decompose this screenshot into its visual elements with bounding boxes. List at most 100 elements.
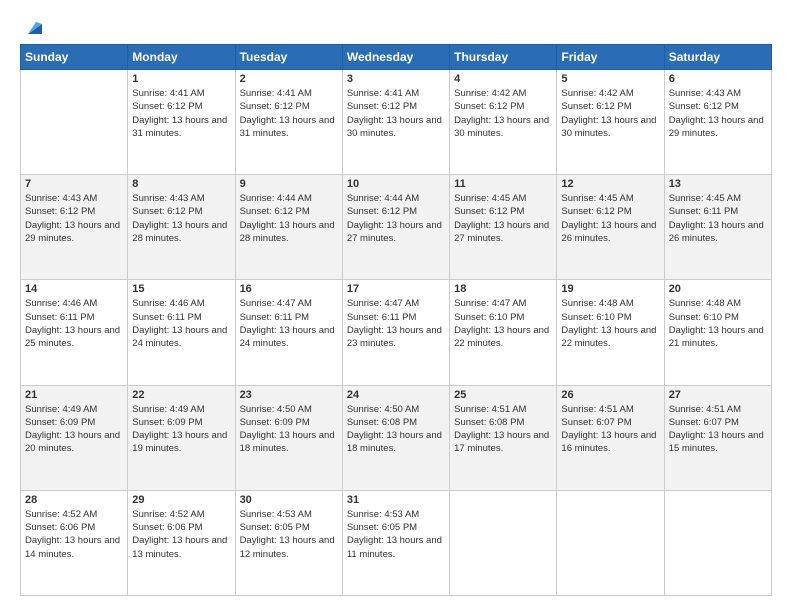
- calendar-cell: 17 Sunrise: 4:47 AM Sunset: 6:11 PM Dayl…: [342, 280, 449, 385]
- day-info: Sunrise: 4:44 AM Sunset: 6:12 PM Dayligh…: [347, 192, 445, 245]
- calendar-cell: 12 Sunrise: 4:45 AM Sunset: 6:12 PM Dayl…: [557, 175, 664, 280]
- calendar-cell: 27 Sunrise: 4:51 AM Sunset: 6:07 PM Dayl…: [664, 385, 771, 490]
- calendar-cell: 30 Sunrise: 4:53 AM Sunset: 6:05 PM Dayl…: [235, 490, 342, 595]
- sunrise-text: Sunrise: 4:44 AM: [347, 192, 445, 205]
- daylight-text: Daylight: 13 hours and 18 minutes.: [347, 429, 445, 456]
- sunset-text: Sunset: 6:12 PM: [132, 100, 230, 113]
- calendar-row-4: 28 Sunrise: 4:52 AM Sunset: 6:06 PM Dayl…: [21, 490, 772, 595]
- calendar-cell: 15 Sunrise: 4:46 AM Sunset: 6:11 PM Dayl…: [128, 280, 235, 385]
- day-number: 6: [669, 73, 767, 85]
- day-info: Sunrise: 4:49 AM Sunset: 6:09 PM Dayligh…: [132, 403, 230, 456]
- calendar-cell: 24 Sunrise: 4:50 AM Sunset: 6:08 PM Dayl…: [342, 385, 449, 490]
- day-number: 11: [454, 178, 552, 190]
- sunset-text: Sunset: 6:10 PM: [454, 311, 552, 324]
- sunset-text: Sunset: 6:09 PM: [132, 416, 230, 429]
- day-number: 1: [132, 73, 230, 85]
- sunrise-text: Sunrise: 4:43 AM: [669, 87, 767, 100]
- sunset-text: Sunset: 6:10 PM: [561, 311, 659, 324]
- day-info: Sunrise: 4:50 AM Sunset: 6:09 PM Dayligh…: [240, 403, 338, 456]
- day-number: 23: [240, 389, 338, 401]
- sunrise-text: Sunrise: 4:48 AM: [669, 297, 767, 310]
- day-info: Sunrise: 4:51 AM Sunset: 6:08 PM Dayligh…: [454, 403, 552, 456]
- calendar-cell: 6 Sunrise: 4:43 AM Sunset: 6:12 PM Dayli…: [664, 70, 771, 175]
- daylight-text: Daylight: 13 hours and 13 minutes.: [132, 534, 230, 561]
- sunrise-text: Sunrise: 4:51 AM: [454, 403, 552, 416]
- sunset-text: Sunset: 6:12 PM: [347, 205, 445, 218]
- daylight-text: Daylight: 13 hours and 19 minutes.: [132, 429, 230, 456]
- header: [20, 16, 772, 34]
- sunset-text: Sunset: 6:06 PM: [25, 521, 123, 534]
- logo-icon: [22, 16, 44, 38]
- day-info: Sunrise: 4:41 AM Sunset: 6:12 PM Dayligh…: [132, 87, 230, 140]
- sunset-text: Sunset: 6:12 PM: [561, 205, 659, 218]
- calendar-cell: 19 Sunrise: 4:48 AM Sunset: 6:10 PM Dayl…: [557, 280, 664, 385]
- sunrise-text: Sunrise: 4:43 AM: [25, 192, 123, 205]
- sunrise-text: Sunrise: 4:41 AM: [132, 87, 230, 100]
- sunrise-text: Sunrise: 4:42 AM: [561, 87, 659, 100]
- sunset-text: Sunset: 6:08 PM: [347, 416, 445, 429]
- daylight-text: Daylight: 13 hours and 16 minutes.: [561, 429, 659, 456]
- daylight-text: Daylight: 13 hours and 30 minutes.: [454, 114, 552, 141]
- col-header-saturday: Saturday: [664, 45, 771, 70]
- daylight-text: Daylight: 13 hours and 24 minutes.: [240, 324, 338, 351]
- calendar-cell: [21, 70, 128, 175]
- daylight-text: Daylight: 13 hours and 27 minutes.: [454, 219, 552, 246]
- day-number: 16: [240, 283, 338, 295]
- day-number: 28: [25, 494, 123, 506]
- calendar-cell: 11 Sunrise: 4:45 AM Sunset: 6:12 PM Dayl…: [450, 175, 557, 280]
- sunset-text: Sunset: 6:05 PM: [347, 521, 445, 534]
- calendar-row-3: 21 Sunrise: 4:49 AM Sunset: 6:09 PM Dayl…: [21, 385, 772, 490]
- calendar-cell: 23 Sunrise: 4:50 AM Sunset: 6:09 PM Dayl…: [235, 385, 342, 490]
- sunset-text: Sunset: 6:12 PM: [454, 100, 552, 113]
- sunrise-text: Sunrise: 4:41 AM: [240, 87, 338, 100]
- day-number: 20: [669, 283, 767, 295]
- calendar-cell: 14 Sunrise: 4:46 AM Sunset: 6:11 PM Dayl…: [21, 280, 128, 385]
- daylight-text: Daylight: 13 hours and 30 minutes.: [347, 114, 445, 141]
- day-info: Sunrise: 4:47 AM Sunset: 6:11 PM Dayligh…: [240, 297, 338, 350]
- day-info: Sunrise: 4:47 AM Sunset: 6:11 PM Dayligh…: [347, 297, 445, 350]
- daylight-text: Daylight: 13 hours and 21 minutes.: [669, 324, 767, 351]
- sunset-text: Sunset: 6:11 PM: [25, 311, 123, 324]
- calendar-cell: [450, 490, 557, 595]
- calendar-row-1: 7 Sunrise: 4:43 AM Sunset: 6:12 PM Dayli…: [21, 175, 772, 280]
- calendar-cell: 25 Sunrise: 4:51 AM Sunset: 6:08 PM Dayl…: [450, 385, 557, 490]
- day-info: Sunrise: 4:42 AM Sunset: 6:12 PM Dayligh…: [454, 87, 552, 140]
- sunrise-text: Sunrise: 4:44 AM: [240, 192, 338, 205]
- day-number: 15: [132, 283, 230, 295]
- day-number: 25: [454, 389, 552, 401]
- day-info: Sunrise: 4:53 AM Sunset: 6:05 PM Dayligh…: [347, 508, 445, 561]
- sunrise-text: Sunrise: 4:52 AM: [25, 508, 123, 521]
- calendar-cell: 29 Sunrise: 4:52 AM Sunset: 6:06 PM Dayl…: [128, 490, 235, 595]
- sunset-text: Sunset: 6:05 PM: [240, 521, 338, 534]
- day-info: Sunrise: 4:49 AM Sunset: 6:09 PM Dayligh…: [25, 403, 123, 456]
- logo: [20, 16, 44, 34]
- sunset-text: Sunset: 6:12 PM: [454, 205, 552, 218]
- sunrise-text: Sunrise: 4:50 AM: [240, 403, 338, 416]
- day-info: Sunrise: 4:43 AM Sunset: 6:12 PM Dayligh…: [25, 192, 123, 245]
- daylight-text: Daylight: 13 hours and 28 minutes.: [132, 219, 230, 246]
- sunset-text: Sunset: 6:06 PM: [132, 521, 230, 534]
- day-info: Sunrise: 4:47 AM Sunset: 6:10 PM Dayligh…: [454, 297, 552, 350]
- sunrise-text: Sunrise: 4:49 AM: [25, 403, 123, 416]
- sunrise-text: Sunrise: 4:51 AM: [669, 403, 767, 416]
- calendar-cell: 10 Sunrise: 4:44 AM Sunset: 6:12 PM Dayl…: [342, 175, 449, 280]
- sunrise-text: Sunrise: 4:47 AM: [347, 297, 445, 310]
- sunrise-text: Sunrise: 4:47 AM: [454, 297, 552, 310]
- sunset-text: Sunset: 6:11 PM: [347, 311, 445, 324]
- sunrise-text: Sunrise: 4:45 AM: [454, 192, 552, 205]
- day-info: Sunrise: 4:52 AM Sunset: 6:06 PM Dayligh…: [25, 508, 123, 561]
- daylight-text: Daylight: 13 hours and 18 minutes.: [240, 429, 338, 456]
- sunrise-text: Sunrise: 4:50 AM: [347, 403, 445, 416]
- sunrise-text: Sunrise: 4:53 AM: [240, 508, 338, 521]
- day-info: Sunrise: 4:45 AM Sunset: 6:11 PM Dayligh…: [669, 192, 767, 245]
- day-info: Sunrise: 4:51 AM Sunset: 6:07 PM Dayligh…: [669, 403, 767, 456]
- col-header-tuesday: Tuesday: [235, 45, 342, 70]
- calendar-cell: 28 Sunrise: 4:52 AM Sunset: 6:06 PM Dayl…: [21, 490, 128, 595]
- daylight-text: Daylight: 13 hours and 23 minutes.: [347, 324, 445, 351]
- day-info: Sunrise: 4:52 AM Sunset: 6:06 PM Dayligh…: [132, 508, 230, 561]
- daylight-text: Daylight: 13 hours and 31 minutes.: [132, 114, 230, 141]
- sunset-text: Sunset: 6:11 PM: [669, 205, 767, 218]
- col-header-thursday: Thursday: [450, 45, 557, 70]
- day-info: Sunrise: 4:51 AM Sunset: 6:07 PM Dayligh…: [561, 403, 659, 456]
- sunrise-text: Sunrise: 4:42 AM: [454, 87, 552, 100]
